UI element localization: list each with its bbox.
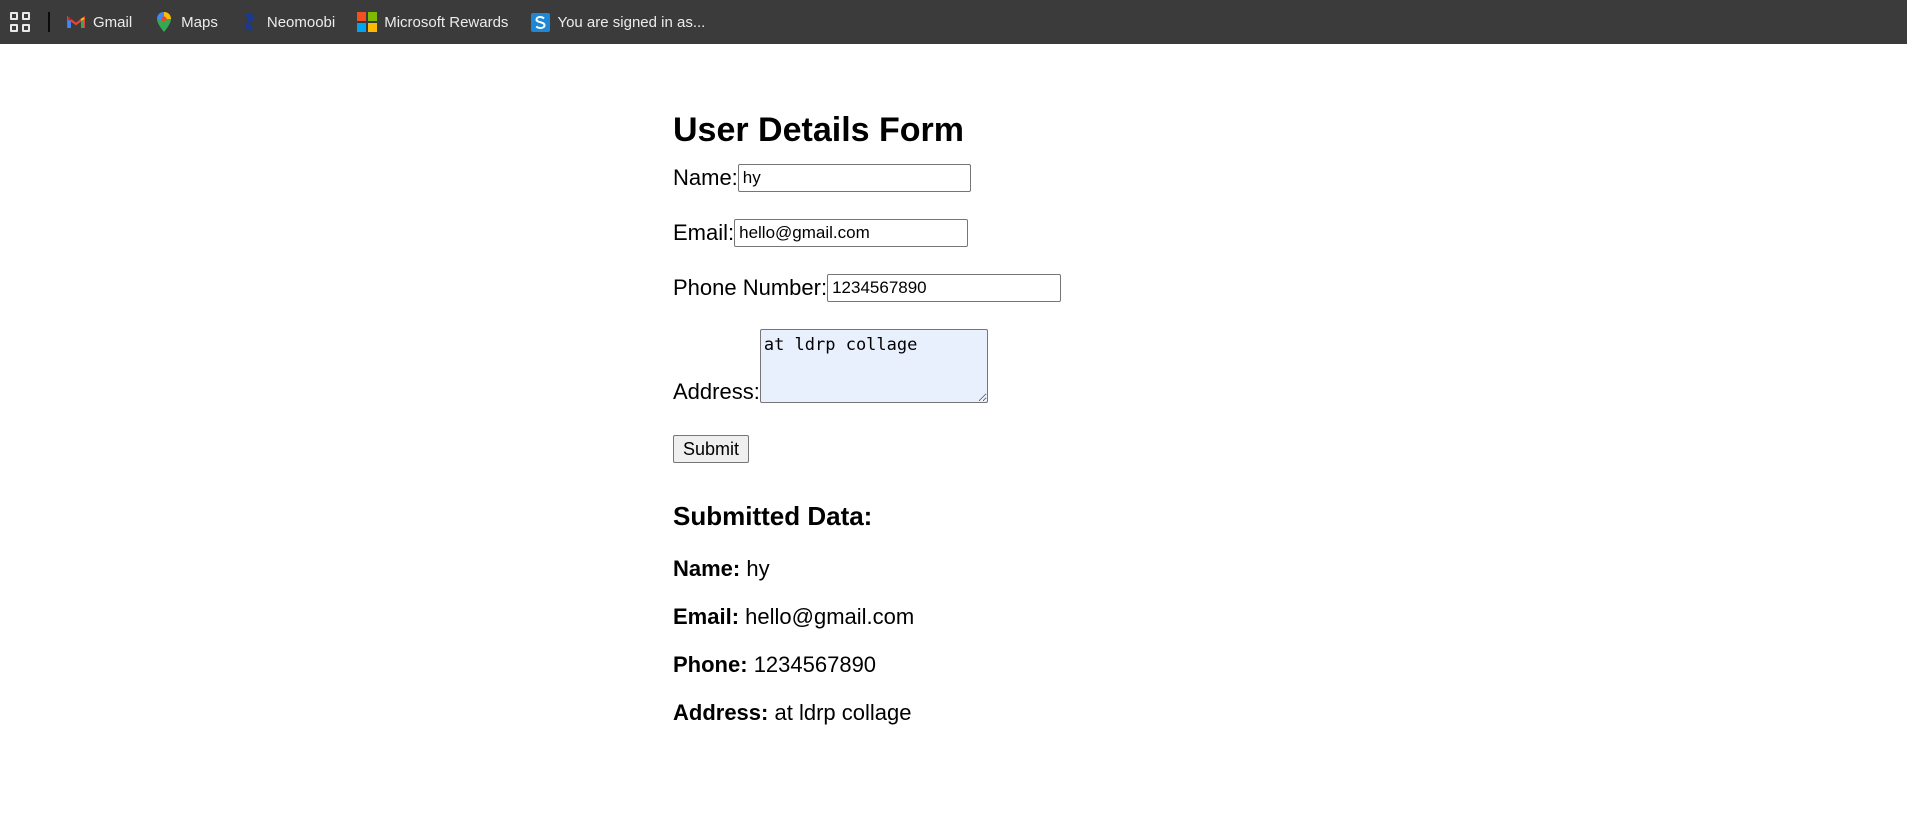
submitted-email: Email: hello@gmail.com [673,604,1061,630]
submitted-phone-label: Phone: [673,652,748,677]
bookmark-microsoft-rewards[interactable]: Microsoft Rewards [357,12,508,32]
bookmark-label: Gmail [93,13,133,31]
submitted-email-label: Email: [673,604,740,629]
submitted-name-value: hy [746,556,770,581]
submitted-email-value: hello@gmail.com [745,604,915,629]
submitted-address-value: at ldrp collage [774,700,912,725]
submitted-name-label: Name: [673,556,741,581]
s-icon [530,12,550,32]
bookmark-label: Microsoft Rewards [384,13,509,31]
submitted-phone: Phone: 1234567890 [673,652,1061,678]
address-label: Address: [673,379,760,404]
phone-input[interactable] [827,274,1062,302]
bookmark-signed-in[interactable]: You are signed in as... [530,12,705,32]
submitted-name: Name: hy [673,556,1061,582]
submitted-phone-value: 1234567890 [753,652,877,677]
bookmarks-bar: Gmail Maps Neomoobi Microsoft Rewards Yo… [0,0,1907,44]
bookmark-gmail[interactable]: Gmail [66,12,132,32]
email-input[interactable] [734,219,969,247]
phone-row: Phone Number: [673,274,1062,302]
user-details-form: Name: Email: Phone Number: Address: at l… [673,164,1062,463]
maps-icon [154,12,174,32]
form-title: User Details Form [673,111,964,149]
main-content: User Details Form Name: Email: Phone Num… [673,100,1062,726]
bookmarks-divider [48,12,50,32]
address-textarea[interactable]: at ldrp collage [759,329,988,403]
gmail-icon [66,12,86,32]
submit-button[interactable]: Submit [673,435,750,463]
apps-grid-icon[interactable] [10,12,30,32]
phone-label: Phone Number: [673,275,828,300]
bookmark-neomoobi[interactable]: Neomoobi [240,12,335,32]
bookmark-label: You are signed in as... [557,13,706,31]
submitted-data-title: Submitted Data: [673,501,873,531]
name-label: Name: [673,165,738,190]
microsoft-icon [357,12,378,32]
name-input[interactable] [737,164,971,192]
bookmark-maps[interactable]: Maps [154,12,218,32]
neomoobi-icon [240,12,260,32]
bookmark-label: Maps [181,13,218,31]
submitted-address-label: Address: [673,700,769,725]
submitted-address: Address: at ldrp collage [673,700,1061,726]
bookmark-label: Neomoobi [266,13,336,31]
name-row: Name: [673,164,1061,192]
address-row: Address: at ldrp collage [673,329,1061,404]
email-label: Email: [673,220,735,245]
email-row: Email: [673,219,1061,247]
